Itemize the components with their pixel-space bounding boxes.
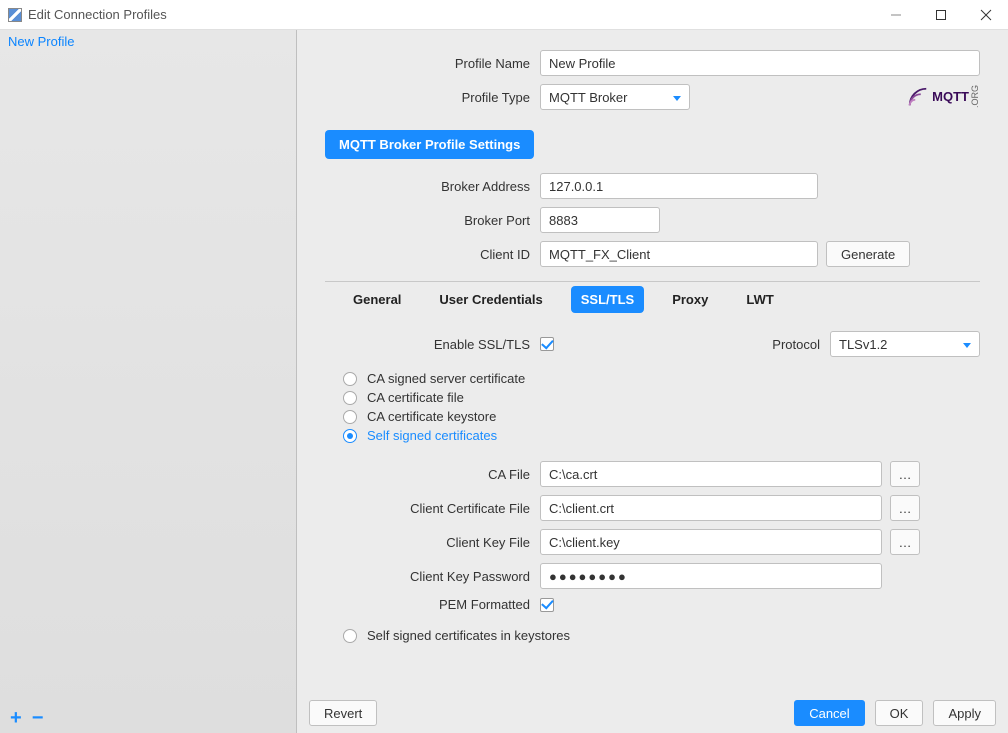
remove-profile-button[interactable]: − bbox=[32, 711, 44, 725]
ca-file-browse-button[interactable]: … bbox=[890, 461, 920, 487]
protocol-value: TLSv1.2 bbox=[839, 337, 887, 352]
profile-type-value: MQTT Broker bbox=[549, 90, 628, 105]
protocol-select[interactable]: TLSv1.2 bbox=[830, 331, 980, 357]
apply-button[interactable]: Apply bbox=[933, 700, 996, 726]
tab-general[interactable]: General bbox=[343, 286, 411, 313]
profiles-list: New Profile bbox=[0, 30, 296, 703]
cancel-button[interactable]: Cancel bbox=[794, 700, 864, 726]
radio-icon bbox=[343, 629, 357, 643]
chevron-down-icon bbox=[963, 337, 971, 352]
radio-icon bbox=[343, 429, 357, 443]
tab-user-credentials[interactable]: User Credentials bbox=[429, 286, 552, 313]
maximize-button[interactable] bbox=[918, 0, 963, 30]
main-panel: Profile Name Profile Type MQTT Broker bbox=[297, 30, 1008, 733]
client-id-input[interactable] bbox=[540, 241, 818, 267]
protocol-label: Protocol bbox=[772, 337, 830, 352]
add-profile-button[interactable]: + bbox=[10, 711, 22, 725]
tab-lwt[interactable]: LWT bbox=[736, 286, 783, 313]
app-icon bbox=[8, 8, 22, 22]
pem-formatted-checkbox[interactable] bbox=[540, 598, 554, 612]
revert-button[interactable]: Revert bbox=[309, 700, 377, 726]
ca-file-label: CA File bbox=[325, 467, 540, 482]
minimize-button[interactable] bbox=[873, 0, 918, 30]
client-id-label: Client ID bbox=[325, 247, 540, 262]
dialog-footer: Revert Cancel OK Apply bbox=[297, 693, 1008, 733]
divider bbox=[325, 281, 980, 282]
ok-button[interactable]: OK bbox=[875, 700, 924, 726]
client-cert-input[interactable] bbox=[540, 495, 882, 521]
pem-formatted-label: PEM Formatted bbox=[325, 597, 540, 612]
close-button[interactable] bbox=[963, 0, 1008, 30]
chevron-down-icon bbox=[673, 90, 681, 105]
profile-list-item[interactable]: New Profile bbox=[0, 30, 296, 53]
client-cert-label: Client Certificate File bbox=[325, 501, 540, 516]
client-key-pw-label: Client Key Password bbox=[325, 569, 540, 584]
ca-file-input[interactable] bbox=[540, 461, 882, 487]
radio-self-signed[interactable]: Self signed certificates bbox=[343, 426, 980, 445]
cert-mode-group: CA signed server certificate CA certific… bbox=[343, 369, 980, 445]
radio-ca-cert-keystore[interactable]: CA certificate keystore bbox=[343, 407, 980, 426]
broker-address-input[interactable] bbox=[540, 173, 818, 199]
radio-icon bbox=[343, 391, 357, 405]
client-key-input[interactable] bbox=[540, 529, 882, 555]
broker-port-label: Broker Port bbox=[325, 213, 540, 228]
client-key-label: Client Key File bbox=[325, 535, 540, 550]
enable-ssl-checkbox[interactable] bbox=[540, 337, 554, 351]
client-key-browse-button[interactable]: … bbox=[890, 529, 920, 555]
profile-type-label: Profile Type bbox=[325, 90, 540, 105]
profile-name-label: Profile Name bbox=[325, 56, 540, 71]
section-header: MQTT Broker Profile Settings bbox=[325, 130, 534, 159]
client-cert-browse-button[interactable]: … bbox=[890, 495, 920, 521]
mqtt-logo: MQTT .ORG bbox=[907, 85, 980, 108]
mqtt-logo-icon bbox=[907, 86, 929, 108]
enable-ssl-label: Enable SSL/TLS bbox=[325, 337, 540, 352]
radio-icon bbox=[343, 372, 357, 386]
radio-ca-signed-server[interactable]: CA signed server certificate bbox=[343, 369, 980, 388]
tab-ssl-tls[interactable]: SSL/TLS bbox=[571, 286, 644, 313]
titlebar: Edit Connection Profiles bbox=[0, 0, 1008, 30]
broker-address-label: Broker Address bbox=[325, 179, 540, 194]
broker-port-input[interactable] bbox=[540, 207, 660, 233]
radio-ca-cert-file[interactable]: CA certificate file bbox=[343, 388, 980, 407]
profile-type-select[interactable]: MQTT Broker bbox=[540, 84, 690, 110]
profile-name-input[interactable] bbox=[540, 50, 980, 76]
radio-self-signed-keystores[interactable]: Self signed certificates in keystores bbox=[343, 626, 980, 645]
radio-icon bbox=[343, 410, 357, 424]
tab-proxy[interactable]: Proxy bbox=[662, 286, 718, 313]
tab-bar: General User Credentials SSL/TLS Proxy L… bbox=[343, 286, 980, 313]
window-title: Edit Connection Profiles bbox=[28, 7, 167, 22]
client-key-pw-input[interactable] bbox=[540, 563, 882, 589]
generate-button[interactable]: Generate bbox=[826, 241, 910, 267]
profiles-sidebar: New Profile + − bbox=[0, 30, 297, 733]
